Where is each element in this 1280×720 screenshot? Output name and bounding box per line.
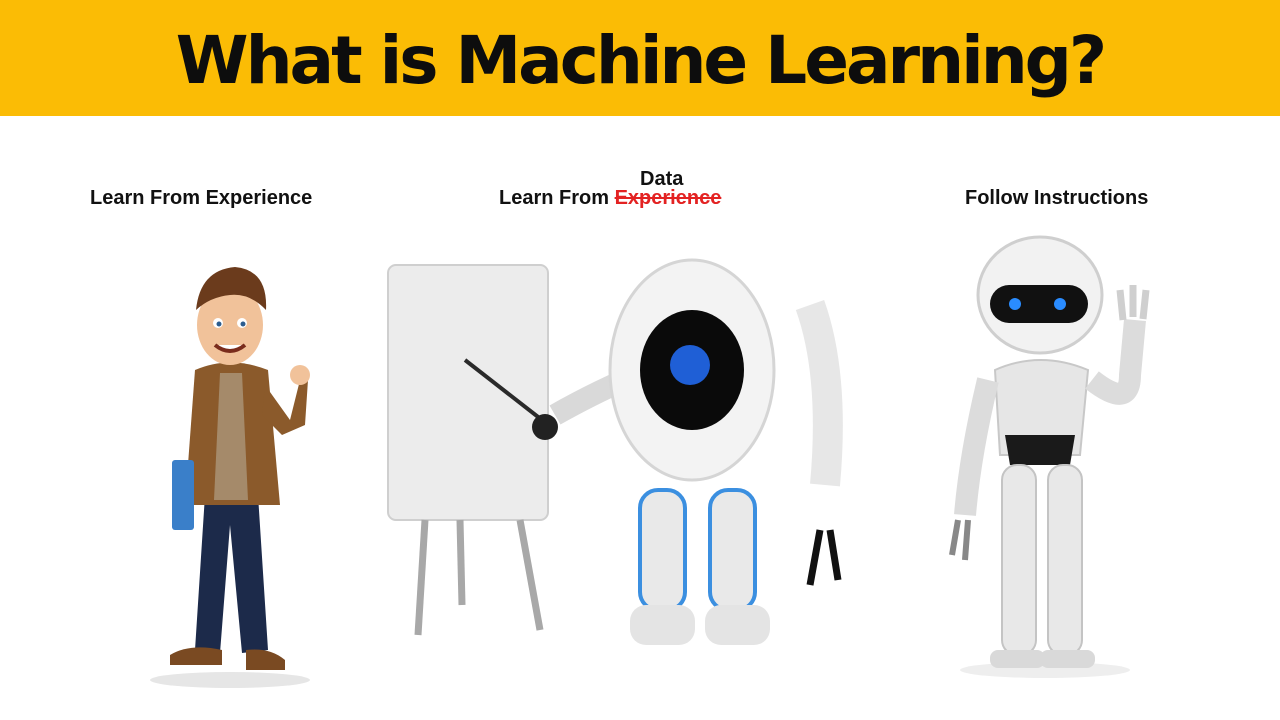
page-title: What is Machine Learning? xyxy=(175,21,1107,99)
humanoid-robot-illustration xyxy=(949,235,1150,678)
teaching-robot-illustration xyxy=(387,258,843,645)
caption-learn-from-data: Learn From Experience xyxy=(499,187,721,210)
caption-struck-word: Experience xyxy=(614,187,722,209)
caption-follow-instructions: Follow Instructions xyxy=(965,187,1149,209)
human-character-illustration xyxy=(150,267,310,688)
caption-prefix: Learn From xyxy=(499,187,610,209)
caption-learn-from-experience: Learn From Experience xyxy=(90,187,313,209)
title-banner: What is Machine Learning? xyxy=(0,0,1280,116)
